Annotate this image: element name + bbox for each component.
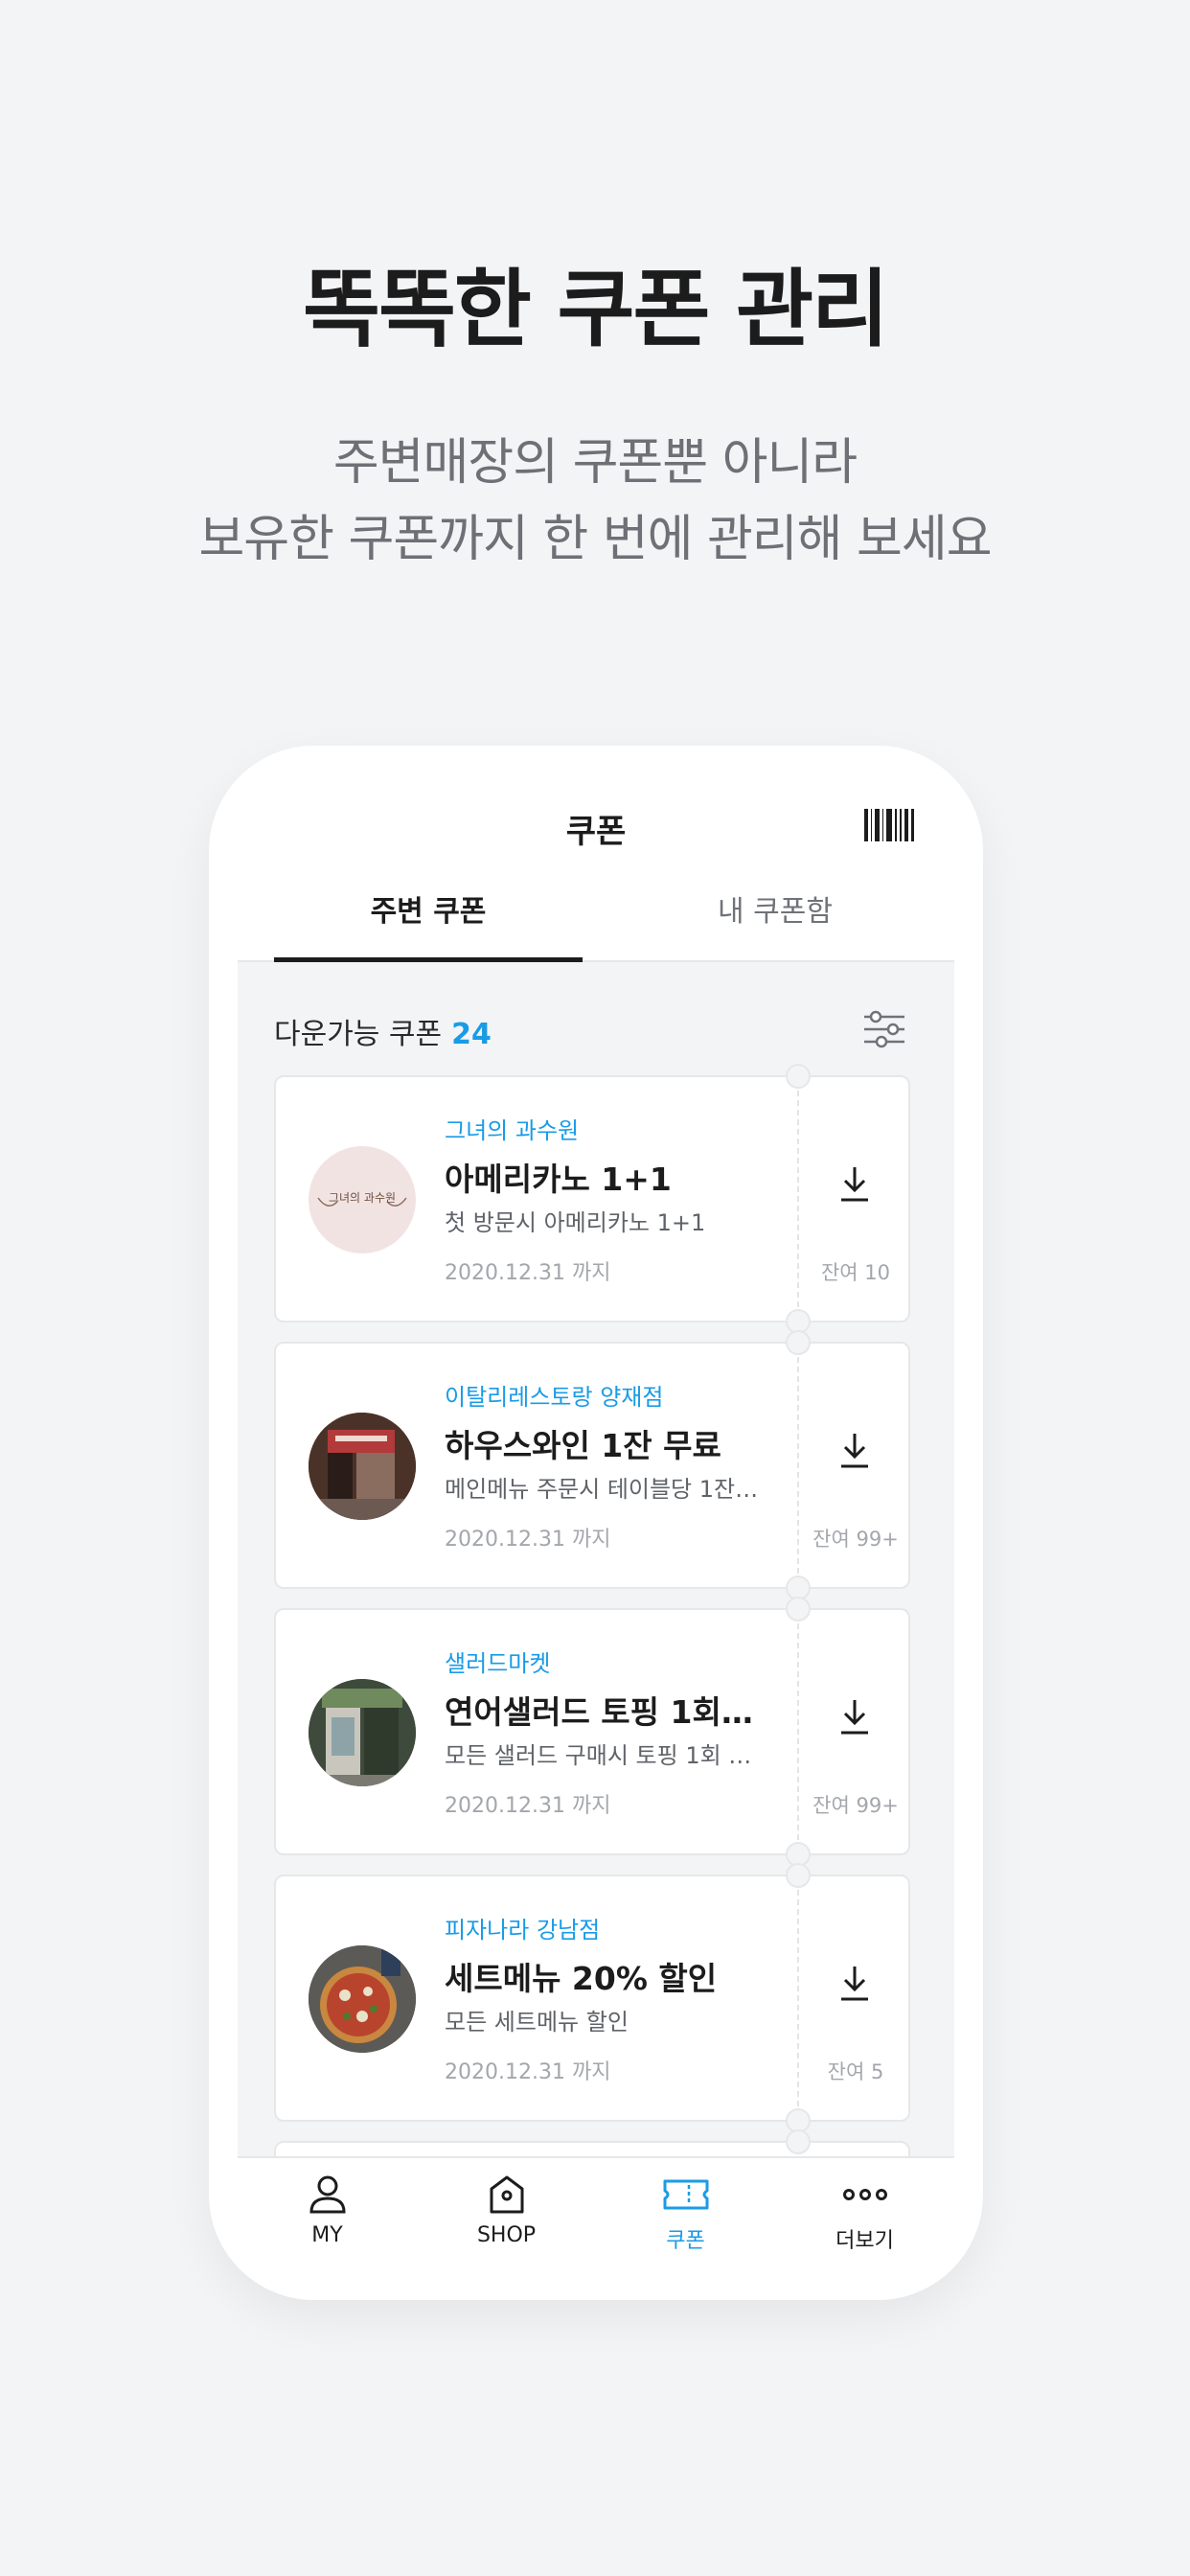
coupon-ticket-icon [663,2179,708,2210]
nav-label-shop: SHOP [476,2223,537,2247]
promo-subline-1: 주변매장의 쿠폰뿐 아니라 [332,434,858,492]
promo-headline: 똑똑한 쿠폰 관리 [303,260,889,358]
download-icon[interactable] [835,1163,874,1204]
coupon-description: 첫 방문시 아메리카노 1+1 [445,1209,706,1236]
barcode-icon[interactable] [864,809,914,841]
shop-bag-icon [490,2175,523,2214]
coupon-description: 모든 세트메뉴 할인 [445,2009,629,2036]
available-coupons-row: 다운가능 쿠폰 24 [274,1010,492,1052]
store-thumbnail [309,1413,416,1520]
coupon-remaining: 잔여 10 [820,1261,891,1284]
store-name: 그녀의 과수원 [445,1117,580,1144]
tab-my-coupons[interactable]: 내 쿠폰함 [621,870,929,962]
nav-item-shop[interactable]: SHOP [417,2174,596,2260]
ticket-notch [786,1597,811,1622]
nav-item-more[interactable]: 더보기 [775,2174,954,2260]
available-coupons-label: 다운가능 쿠폰 [274,1018,443,1051]
coupon-card[interactable]: 이탈리레스토랑 양재점 하우스와인 1잔 무료 메인메뉴 주문시 테이블당 1잔… [274,1330,910,1600]
nav-label-coupon: 쿠폰 [666,2229,705,2253]
download-icon[interactable] [835,1430,874,1470]
coupon-title: 하우스와인 1잔 무료 [445,1427,721,1464]
coupon-expiry: 2020.12.31 까지 [445,2060,611,2084]
store-name: 이탈리레스토랑 양재점 [445,1384,664,1411]
person-icon [309,2175,346,2214]
screen-header: 쿠폰 [209,746,983,870]
filter-sliders-icon[interactable] [862,1010,906,1048]
ticket-notch [786,2129,811,2154]
thumb-logo-text: 그녀의 과수원 [329,1191,396,1205]
ticket-notch [786,1064,811,1089]
coupon-remaining: 잔여 5 [827,2060,884,2083]
coupon-expiry: 2020.12.31 까지 [445,1528,611,1552]
store-thumbnail: 그녀의 과수원 [309,1146,416,1254]
promo-subline-2: 보유한 쿠폰까지 한 번에 관리해 보세요 [198,511,992,568]
ticket-notch [786,1330,811,1355]
coupon-remaining: 잔여 99+ [812,1794,899,1817]
coupon-description: 메인메뉴 주문시 테이블당 1잔 무료 [445,1476,761,1503]
ticket-notch [786,1863,811,1888]
store-thumbnail [309,1945,416,2053]
nav-item-my[interactable]: MY [238,2174,417,2260]
coupon-card[interactable]: 그녀의 과수원 그녀의 과수원 아메리카노 1+1 첫 방문시 아메리카노 1+… [274,1064,910,1334]
coupon-card[interactable]: 피자나라 강남점 세트메뉴 20% 할인 모든 세트메뉴 할인 2020.12.… [274,1863,910,2133]
store-name: 샐러드마켓 [445,1650,551,1677]
download-icon[interactable] [835,1963,874,2003]
coupon-card[interactable]: 샐러드마켓 연어샐러드 토핑 1회 무료 모든 샐러드 구매시 토핑 1회 무료… [274,1597,910,1867]
download-icon[interactable] [835,1696,874,1736]
tab-nearby-coupons[interactable]: 주변 쿠폰 [274,870,583,962]
coupon-expiry: 2020.12.31 까지 [445,1261,611,1285]
more-dots-icon [842,2189,887,2200]
bottom-nav: MY SHOP 쿠폰 더보기 [238,2156,954,2300]
coupon-title: 아메리카노 1+1 [445,1161,672,1198]
coupon-expiry: 2020.12.31 까지 [445,1794,611,1818]
coupon-card-partial[interactable] [274,2129,910,2156]
store-thumbnail [309,1679,416,1786]
coupon-title: 세트메뉴 20% 할인 [445,1960,718,1997]
coupon-remaining: 잔여 99+ [812,1528,899,1551]
coupon-description: 모든 샐러드 구매시 토핑 1회 무료 [445,1742,761,1769]
nav-label-more: 더보기 [835,2229,894,2253]
coupon-title: 연어샐러드 토핑 1회 무료 [445,1693,761,1731]
nav-item-coupon[interactable]: 쿠폰 [596,2174,775,2260]
phone-mockup: 쿠폰 주변 쿠폰 내 쿠폰함 다운가능 쿠폰 24 그녀의 과수원 그녀의 과수… [209,746,983,2300]
coupon-tabs: 주변 쿠폰 내 쿠폰함 [238,870,954,962]
available-coupons-count: 24 [451,1018,492,1051]
store-name: 피자나라 강남점 [445,1917,601,1944]
coupon-list-area: 다운가능 쿠폰 24 그녀의 과수원 그녀의 과수원 아메리카노 1+1 첫 방… [238,962,954,2156]
nav-label-my: MY [311,2223,343,2247]
